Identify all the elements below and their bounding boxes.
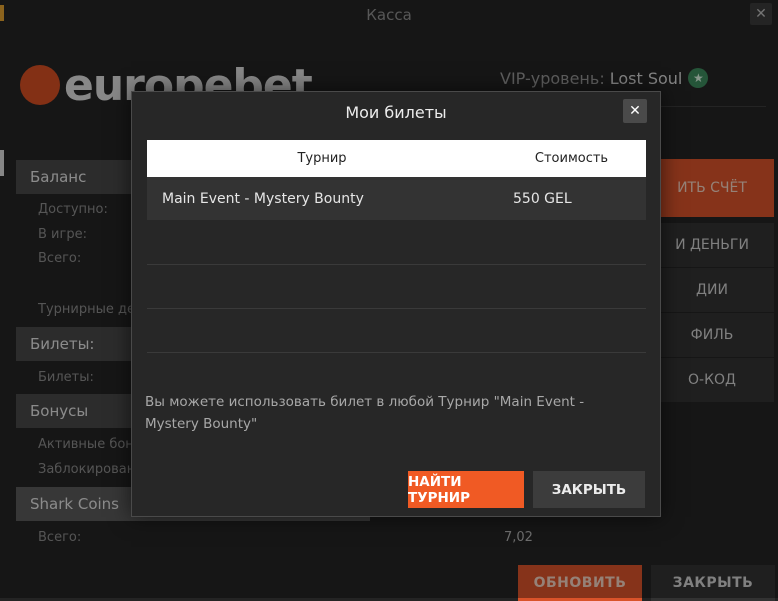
table-row[interactable]: Main Event - Mystery Bounty 550 GEL: [147, 177, 646, 220]
ticket-tournament-cell: Main Event - Mystery Bounty: [162, 190, 364, 207]
column-header-tournament: Турнир: [297, 151, 347, 166]
tickets-table-header: Турнир Стоимость: [147, 140, 646, 177]
modal-close-button[interactable]: ✕: [623, 99, 647, 123]
ticket-info-message: Вы можете использовать билет в любой Тур…: [145, 394, 585, 432]
my-tickets-modal: Мои билеты ✕ Турнир Стоимость Main Event…: [131, 91, 661, 517]
ticket-cost-cell: 550 GEL: [513, 190, 572, 207]
close-icon: ✕: [629, 103, 641, 119]
column-header-cost: Стоимость: [534, 151, 609, 166]
modal-close-text-button[interactable]: ЗАКРЫТЬ: [533, 471, 645, 508]
find-tournament-button[interactable]: НАЙТИ ТУРНИР: [408, 471, 524, 508]
modal-close-label: ЗАКРЫТЬ: [551, 481, 627, 498]
modal-title: Мои билеты: [345, 102, 447, 122]
table-row-divider: [147, 352, 646, 353]
table-row-divider: [147, 308, 646, 309]
table-row-divider: [147, 264, 646, 265]
find-tournament-label: НАЙТИ ТУРНИР: [408, 473, 471, 506]
